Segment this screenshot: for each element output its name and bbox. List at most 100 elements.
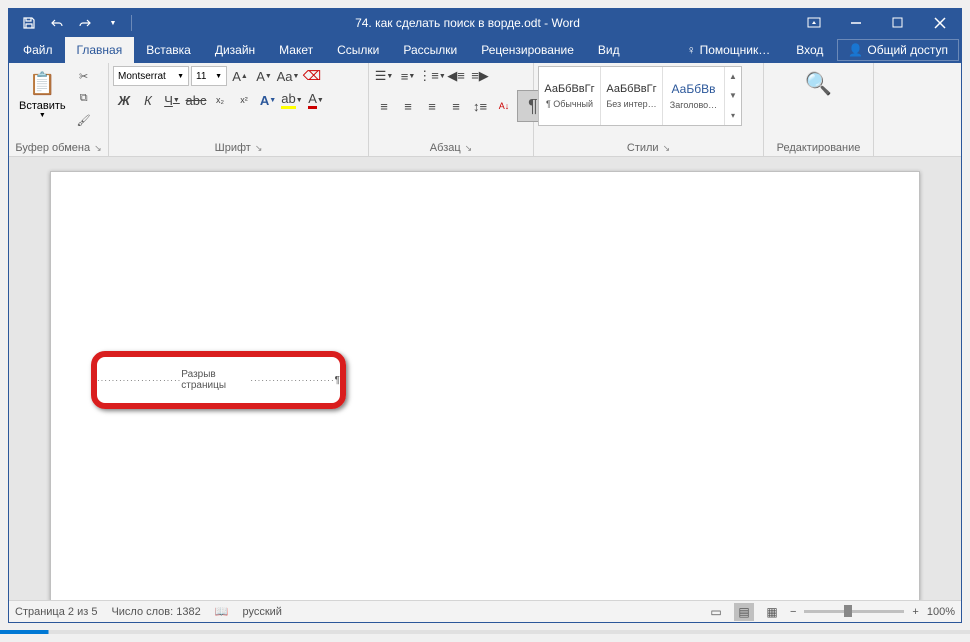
read-mode-icon[interactable]: ▭ (706, 603, 726, 621)
ribbon-options-icon[interactable] (793, 9, 835, 37)
document-title: 74. как сделать поиск в ворде.odt - Word (142, 16, 793, 30)
zoom-in-icon[interactable]: + (912, 606, 918, 618)
line-spacing-icon[interactable]: ↕≡ (469, 96, 491, 116)
dots-right: ······················· (250, 376, 334, 385)
sort-icon[interactable]: А↓ (493, 96, 515, 116)
dots-left: ······················· (97, 376, 181, 385)
format-painter-icon[interactable]: 🖌 (74, 110, 94, 130)
numbering-icon[interactable]: ≡▼ (397, 66, 419, 86)
font-family-value: Montserrat (118, 71, 166, 82)
styles-gallery[interactable]: АаБбВвГг ¶ Обычный АаБбВвГг Без интер… А… (538, 66, 742, 126)
highlight-icon[interactable]: ab▼ (281, 90, 303, 110)
paste-icon: 📋 (26, 68, 58, 100)
titlebar: ▼ 74. как сделать поиск в ворде.odt - Wo… (9, 9, 961, 37)
text-effects-icon[interactable]: A▼ (257, 90, 279, 110)
group-clipboard: 📋 Вставить ▼ ✂ ⧉ 🖌 Буфер обмена↘ (9, 63, 109, 156)
font-label: Шрифт (215, 142, 251, 154)
italic-button[interactable]: К (137, 90, 159, 110)
status-words[interactable]: Число слов: 1382 (111, 606, 200, 618)
change-case-icon[interactable]: Aa▼ (277, 66, 299, 86)
font-size-combo[interactable]: 11▼ (191, 66, 227, 86)
align-right-icon[interactable]: ≡ (421, 96, 443, 116)
maximize-icon[interactable] (877, 9, 919, 37)
share-label: Общий доступ (867, 43, 948, 57)
minimize-icon[interactable] (835, 9, 877, 37)
highlight-callout-page-break: ······················· Разрыв страницы … (91, 351, 346, 409)
zoom-out-icon[interactable]: − (790, 606, 796, 618)
close-icon[interactable] (919, 9, 961, 37)
style-no-spacing[interactable]: АаБбВвГг Без интер… (601, 67, 663, 125)
paragraph-launcher-icon[interactable]: ↘ (465, 143, 473, 154)
tab-home[interactable]: Главная (65, 37, 135, 63)
copy-icon[interactable]: ⧉ (74, 88, 94, 108)
document-area[interactable]: ······················· Разрыв страницы … (9, 157, 961, 600)
zoom-thumb[interactable] (844, 605, 852, 617)
paste-button[interactable]: 📋 Вставить ▼ (13, 66, 72, 121)
tab-design[interactable]: Дизайн (203, 37, 267, 63)
tab-references[interactable]: Ссылки (325, 37, 391, 63)
zoom-slider[interactable] (804, 610, 904, 613)
tell-me-label: Помощник… (700, 43, 771, 57)
proofing-icon[interactable]: 📖 (215, 605, 229, 618)
group-editing: 🔍 Редактирование (764, 63, 874, 156)
bullets-icon[interactable]: ☰▼ (373, 66, 395, 86)
group-styles: АаБбВвГг ¶ Обычный АаБбВвГг Без интер… А… (534, 63, 764, 156)
group-paragraph: ☰▼ ≡▼ ⋮≡▼ ◀≡ ≡▶ ≡ ≡ ≡ ≡ ↕≡ А↓ ¶ Абзац↘ (369, 63, 534, 156)
editing-label: Редактирование (777, 142, 861, 154)
tab-layout[interactable]: Макет (267, 37, 325, 63)
multilevel-icon[interactable]: ⋮≡▼ (421, 66, 443, 86)
word-window: ▼ 74. как сделать поиск в ворде.odt - Wo… (8, 8, 962, 623)
superscript-button[interactable]: x² (233, 90, 255, 110)
clipboard-launcher-icon[interactable]: ↘ (94, 143, 102, 154)
tab-view[interactable]: Вид (586, 37, 632, 63)
status-language[interactable]: русский (242, 606, 281, 618)
shrink-font-icon[interactable]: A▼ (253, 66, 275, 86)
tab-mailings[interactable]: Рассылки (391, 37, 469, 63)
style-normal[interactable]: АаБбВвГг ¶ Обычный (539, 67, 601, 125)
statusbar: Страница 2 из 5 Число слов: 1382 📖 русск… (9, 600, 961, 622)
tab-review[interactable]: Рецензирование (469, 37, 586, 63)
justify-icon[interactable]: ≡ (445, 96, 467, 116)
save-icon[interactable] (17, 11, 41, 35)
strike-button[interactable]: abc (185, 90, 207, 110)
pilcrow-mark: ¶ (335, 375, 340, 386)
group-font: Montserrat▼ 11▼ A▲ A▼ Aa▼ ⌫ Ж К Ч▼ abc x… (109, 63, 369, 156)
font-family-combo[interactable]: Montserrat▼ (113, 66, 189, 86)
page-break-label: Разрыв страницы (181, 369, 250, 391)
share-icon: 👤 (848, 43, 863, 57)
align-center-icon[interactable]: ≡ (397, 96, 419, 116)
zoom-value[interactable]: 100% (927, 606, 955, 618)
align-left-icon[interactable]: ≡ (373, 96, 395, 116)
sign-in[interactable]: Вход (784, 37, 835, 63)
ribbon-tabs: Файл Главная Вставка Дизайн Макет Ссылки… (9, 37, 961, 63)
increase-indent-icon[interactable]: ≡▶ (469, 66, 491, 86)
styles-launcher-icon[interactable]: ↘ (663, 143, 671, 154)
taskbar-hint (0, 630, 970, 634)
decrease-indent-icon[interactable]: ◀≡ (445, 66, 467, 86)
print-layout-icon[interactable]: ▤ (734, 603, 754, 621)
styles-more-icon[interactable]: ▲▼▾ (725, 67, 741, 125)
redo-icon[interactable] (73, 11, 97, 35)
qat-customize-icon[interactable]: ▼ (101, 11, 125, 35)
share-button[interactable]: 👤 Общий доступ (837, 39, 959, 61)
tab-insert[interactable]: Вставка (134, 37, 203, 63)
font-launcher-icon[interactable]: ↘ (255, 143, 263, 154)
font-color-icon[interactable]: A▼ (305, 90, 327, 110)
tell-me[interactable]: ♀Помощник… (675, 37, 783, 63)
separator (131, 15, 132, 31)
find-button[interactable]: 🔍 (797, 66, 841, 102)
web-layout-icon[interactable]: ▦ (762, 603, 782, 621)
clear-formatting-icon[interactable]: ⌫ (301, 66, 323, 86)
undo-icon[interactable] (45, 11, 69, 35)
status-page[interactable]: Страница 2 из 5 (15, 606, 97, 618)
font-size-value: 11 (196, 71, 206, 82)
bold-button[interactable]: Ж (113, 90, 135, 110)
grow-font-icon[interactable]: A▲ (229, 66, 251, 86)
cut-icon[interactable]: ✂ (74, 66, 94, 86)
style-heading[interactable]: АаБбВв Заголово… (663, 67, 725, 125)
ribbon: 📋 Вставить ▼ ✂ ⧉ 🖌 Буфер обмена↘ Montser… (9, 63, 961, 157)
chevron-down-icon: ▼ (39, 112, 46, 119)
subscript-button[interactable]: x₂ (209, 90, 231, 110)
underline-button[interactable]: Ч▼ (161, 90, 183, 110)
tab-file[interactable]: Файл (11, 37, 65, 63)
